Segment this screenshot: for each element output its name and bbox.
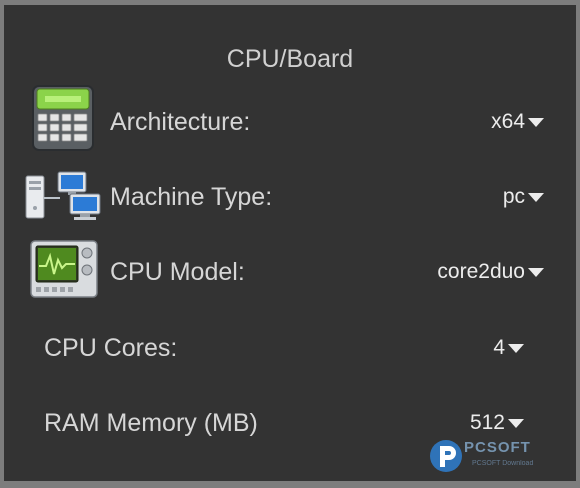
- watermark: PCSOFT PCSOFT Download: [426, 434, 576, 478]
- caret-down-icon: [508, 343, 524, 353]
- architecture-dropdown[interactable]: x64: [491, 110, 544, 134]
- caret-down-icon: [528, 117, 544, 127]
- cpu-cores-row: CPU Cores: 4: [4, 311, 576, 381]
- calculator-icon: [32, 85, 94, 156]
- cpu-cores-dropdown[interactable]: 4: [493, 336, 524, 360]
- ram-memory-value: 512: [469, 411, 505, 434]
- p-logo-icon: [428, 438, 464, 474]
- machine-type-label: Machine Type:: [110, 183, 273, 211]
- cpu-model-row: CPU Model: core2duo: [4, 235, 576, 305]
- watermark-text: PCSOFT: [464, 439, 531, 456]
- watermark-subtext: PCSOFT Download: [472, 460, 534, 467]
- ram-memory-dropdown[interactable]: 512: [470, 411, 524, 435]
- section-title: CPU/Board: [226, 45, 354, 73]
- machine-type-value: pc: [502, 185, 525, 208]
- caret-down-icon: [508, 418, 524, 428]
- cpu-model-label: CPU Model:: [110, 258, 245, 286]
- cpu-board-panel: CPU/Board Architecture: x64 Machine Type…: [4, 5, 576, 481]
- network-computers-icon: [24, 170, 102, 227]
- cpu-cores-value: 4: [493, 336, 505, 359]
- machine-type-dropdown[interactable]: pc: [503, 185, 544, 209]
- cpu-model-value: core2duo: [437, 260, 525, 283]
- architecture-value: x64: [491, 110, 525, 133]
- cpu-cores-label: CPU Cores:: [44, 334, 178, 362]
- caret-down-icon: [528, 267, 544, 277]
- cpu-model-dropdown[interactable]: core2duo: [437, 260, 544, 284]
- caret-down-icon: [528, 192, 544, 202]
- architecture-row: Architecture: x64: [4, 85, 576, 155]
- architecture-label: Architecture:: [110, 108, 251, 136]
- machine-type-row: Machine Type: pc: [4, 160, 576, 230]
- cpu-monitor-icon: [30, 240, 98, 303]
- ram-memory-label: RAM Memory (MB): [44, 409, 258, 437]
